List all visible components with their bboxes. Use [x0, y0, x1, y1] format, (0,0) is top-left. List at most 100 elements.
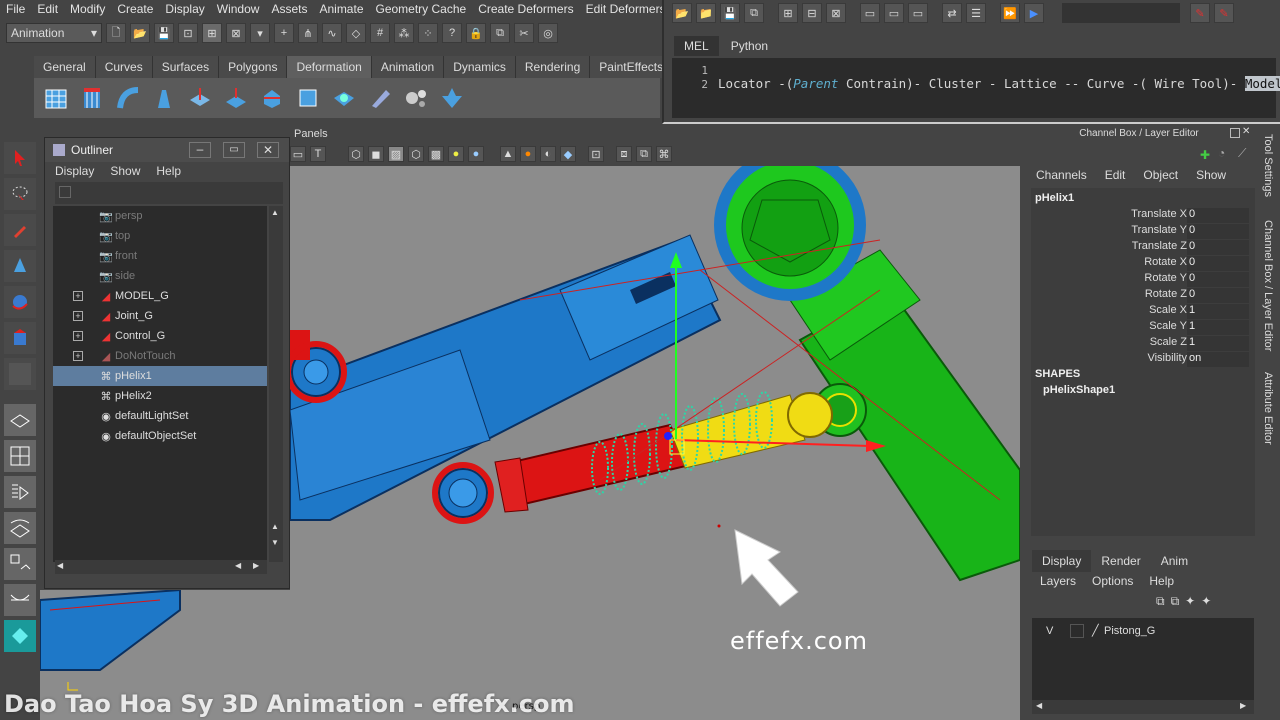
open-script-icon[interactable]: 📂	[672, 3, 692, 23]
list-item[interactable]: ◉ defaultObjectSet	[53, 426, 267, 446]
mask-dropdown-icon[interactable]: ▾	[250, 23, 270, 43]
tab-polygons[interactable]: Polygons	[219, 56, 288, 78]
goto-line-icon[interactable]: ☰	[966, 3, 986, 23]
select-component-icon[interactable]: ⊠	[226, 23, 246, 43]
new-layer-selected-icon[interactable]: ✦	[1201, 594, 1211, 609]
list-item[interactable]: + ◢ Joint_G	[53, 306, 267, 326]
motion-blur-icon[interactable]: ◐	[540, 146, 556, 162]
attr-value[interactable]: 0	[1187, 256, 1249, 271]
save-scene-icon[interactable]: 💾	[154, 23, 174, 43]
layout-single-icon[interactable]	[4, 404, 36, 436]
layout-graph-editor-icon[interactable]	[4, 584, 36, 616]
attr-row[interactable]: Rotate Y0	[1031, 272, 1255, 288]
scroll-up-icon[interactable]: ▲	[271, 208, 279, 217]
antialias-icon[interactable]: ◆	[560, 146, 576, 162]
attr-value[interactable]: 0	[1187, 240, 1249, 255]
wireframe-icon[interactable]: ⬡	[348, 146, 364, 162]
scale-tool-icon[interactable]	[4, 322, 36, 354]
layout-four-icon[interactable]	[4, 440, 36, 472]
scroll-down-icon[interactable]: ▼	[271, 538, 279, 547]
expand-icon[interactable]: +	[73, 351, 83, 361]
minimize-icon[interactable]: –	[189, 142, 211, 158]
rotate-tool-icon[interactable]	[4, 286, 36, 318]
isolate-select-icon[interactable]: ⊡	[588, 146, 604, 162]
ipr-icon[interactable]: ◎	[538, 23, 558, 43]
layer-color-icon[interactable]: ╱	[1092, 624, 1102, 638]
maximize-icon[interactable]: ▭	[223, 142, 245, 158]
snap-grid-icon[interactable]: #	[370, 23, 390, 43]
xray-icon[interactable]: ⬡	[408, 146, 424, 162]
layout-custom-icon[interactable]	[4, 620, 36, 652]
list-item[interactable]: + ◢ DoNotTouch	[53, 346, 267, 366]
outliner-menu-help[interactable]: Help	[156, 164, 181, 178]
script-input-area[interactable]: 1 2 Locator -(Parent Contrain)- Cluster …	[672, 58, 1280, 118]
manipulator-icon[interactable]	[4, 358, 36, 390]
tab-anim[interactable]: Anim	[1151, 550, 1198, 572]
layer-visibility-toggle[interactable]: V	[1046, 625, 1053, 637]
menu-geometry-cache[interactable]: Geometry Cache	[370, 2, 473, 16]
show-menu[interactable]: Show	[1196, 168, 1226, 182]
scroll-left-icon[interactable]: ◀	[235, 561, 241, 570]
menu-display[interactable]: Display	[159, 2, 210, 16]
close-icon[interactable]: ✕	[1242, 126, 1250, 137]
outliner-titlebar[interactable]: Outliner – ▭ ✕	[45, 138, 289, 162]
outliner-menu-display[interactable]: Display	[55, 164, 94, 178]
layer-row[interactable]: V ╱ Pistong_G	[1032, 624, 1254, 640]
snap-curve-icon[interactable]: ⁂	[394, 23, 414, 43]
outliner-search-field[interactable]	[55, 182, 283, 204]
bend-icon[interactable]	[112, 82, 144, 114]
object-menu[interactable]: Object	[1143, 168, 1178, 182]
expand-icon[interactable]: +	[73, 291, 83, 301]
lock-icon[interactable]: 🔒	[466, 23, 486, 43]
select-tool-icon[interactable]	[4, 142, 36, 174]
attr-row[interactable]: Scale Z1	[1031, 336, 1255, 352]
render-icon[interactable]: ✂	[514, 23, 534, 43]
select-hierarchy-icon[interactable]: ⊡	[178, 23, 198, 43]
select-curves-icon[interactable]: ∿	[322, 23, 342, 43]
list-item[interactable]: 📷 front	[53, 246, 267, 266]
paint-select-icon[interactable]	[4, 214, 36, 246]
tab-channel-box[interactable]: Channel Box / Layer Editor	[1262, 220, 1274, 351]
list-item[interactable]: 📷 side	[53, 266, 267, 286]
panels-menu[interactable]: Panels	[294, 128, 328, 140]
sine-icon[interactable]	[184, 82, 216, 114]
edit-menu[interactable]: Edit	[1105, 168, 1126, 182]
squash-icon[interactable]	[220, 82, 252, 114]
tab-mel[interactable]: MEL	[674, 36, 719, 56]
grid-icon[interactable]: ⧈	[616, 146, 632, 162]
tab-render[interactable]: Render	[1091, 550, 1150, 572]
show-stack-icon[interactable]: ⊠	[826, 3, 846, 23]
close-icon[interactable]: ✕	[257, 142, 279, 158]
attr-row[interactable]: Translate Z0	[1031, 240, 1255, 256]
clear-history-icon[interactable]: ▭	[860, 3, 880, 23]
tab-attribute-editor[interactable]: Attribute Editor	[1262, 372, 1274, 445]
sculpt-icon[interactable]	[328, 82, 360, 114]
list-item[interactable]: + ◢ Control_G	[53, 326, 267, 346]
tab-curves[interactable]: Curves	[95, 56, 153, 78]
history-icon[interactable]: ⧉	[490, 23, 510, 43]
attr-value[interactable]: 1	[1187, 304, 1249, 319]
attr-row[interactable]: Rotate X0	[1031, 256, 1255, 272]
channel-speed-icon[interactable]: ◔	[1218, 146, 1225, 160]
lattice-icon[interactable]	[40, 82, 72, 114]
select-surfaces-icon[interactable]: ◇	[346, 23, 366, 43]
layers-menu[interactable]: Layers	[1040, 574, 1076, 588]
tab-animation[interactable]: Animation	[371, 56, 445, 78]
attr-row[interactable]: Translate Y0	[1031, 224, 1255, 240]
flare-icon[interactable]	[148, 82, 180, 114]
new-layer-icon[interactable]: ✦	[1185, 594, 1195, 609]
cluster-icon[interactable]	[76, 82, 108, 114]
options-menu[interactable]: Options	[1092, 574, 1133, 588]
show-line-numbers-icon[interactable]: ⊟	[802, 3, 822, 23]
outliner-menu-show[interactable]: Show	[110, 164, 140, 178]
attr-value[interactable]: 0	[1187, 208, 1249, 223]
layout-graph-icon[interactable]	[4, 512, 36, 544]
attr-row[interactable]: Scale Y1	[1031, 320, 1255, 336]
expand-icon[interactable]: +	[73, 311, 83, 321]
attr-row[interactable]: Visibility on	[1031, 352, 1255, 368]
wrap-icon[interactable]	[400, 82, 432, 114]
wire-icon[interactable]	[364, 82, 396, 114]
clear-all-icon[interactable]: ▭	[908, 3, 928, 23]
lasso-tool-icon[interactable]	[4, 178, 36, 210]
tab-painteffects[interactable]: PaintEffects	[590, 56, 674, 78]
